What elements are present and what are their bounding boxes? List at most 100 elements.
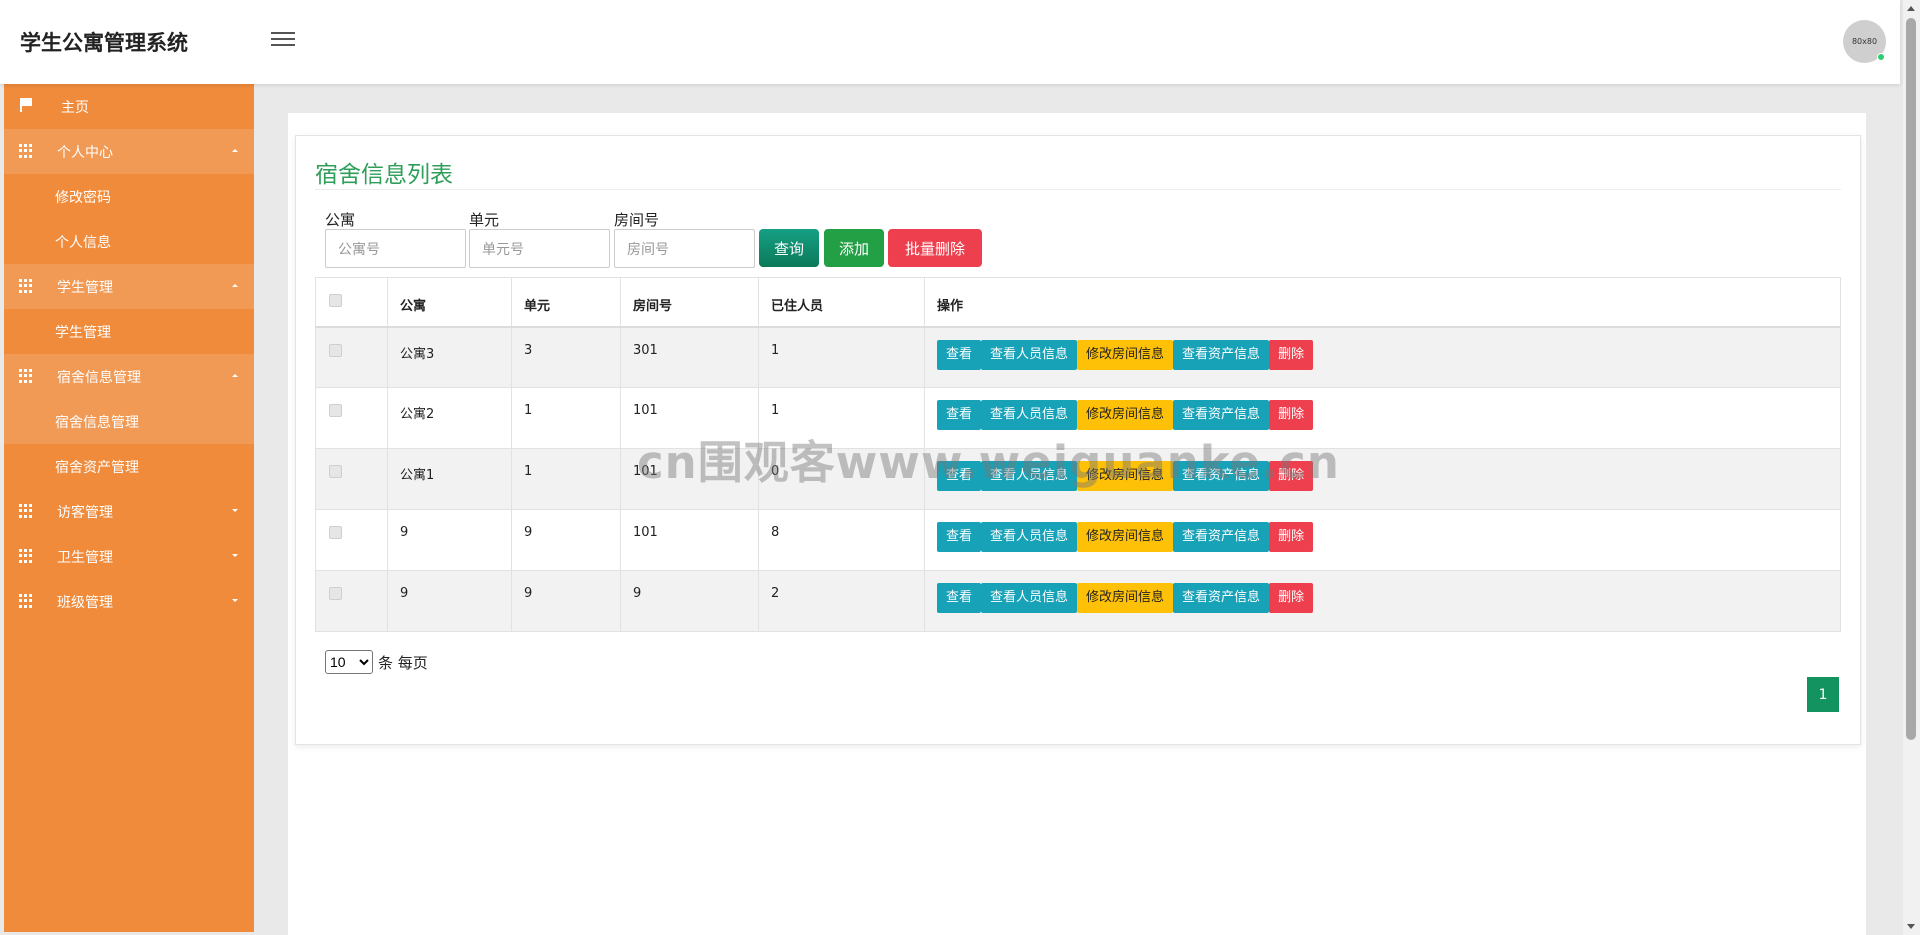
avatar-placeholder-text: 80x80: [1851, 37, 1878, 46]
view-occupants-button[interactable]: 查看人员信息: [981, 339, 1078, 370]
sidebar-item-personal-info[interactable]: 个人信息: [4, 219, 254, 264]
cell-occupants: 0: [758, 448, 925, 510]
query-button[interactable]: 查询: [759, 229, 819, 267]
cell-room: 101: [620, 387, 759, 449]
sidebar-group-label: 学生管理: [57, 279, 113, 296]
row-select-cell: [315, 387, 388, 449]
row-actions: 查看 查看人员信息 修改房间信息 查看资产信息 删除: [924, 448, 1841, 510]
edit-room-button[interactable]: 修改房间信息: [1077, 522, 1174, 552]
column-header: 单元: [511, 277, 621, 328]
scrollbar-thumb[interactable]: [1906, 18, 1916, 740]
sidebar-item-dorm-assets[interactable]: 宿舍资产管理: [4, 444, 254, 489]
grid-icon: [19, 594, 33, 608]
view-button[interactable]: 查看: [937, 339, 982, 370]
delete-button[interactable]: 删除: [1269, 339, 1314, 370]
cell-occupants: 1: [758, 326, 925, 388]
view-assets-button[interactable]: 查看资产信息: [1173, 583, 1270, 613]
delete-button[interactable]: 删除: [1269, 461, 1314, 491]
sidebar-item-dorm-info[interactable]: 宿舍信息管理: [4, 399, 254, 444]
view-occupants-button[interactable]: 查看人员信息: [981, 583, 1078, 613]
page-button-current[interactable]: 1: [1807, 677, 1839, 712]
table-header-row: 公寓 单元 房间号 已住人员 操作: [315, 277, 1841, 328]
view-occupants-button[interactable]: 查看人员信息: [981, 461, 1078, 491]
view-button[interactable]: 查看: [937, 583, 982, 613]
row-checkbox[interactable]: [329, 343, 342, 357]
page-scrollbar[interactable]: [1903, 0, 1920, 935]
sidebar-group-hygiene[interactable]: 卫生管理: [4, 534, 254, 579]
menu-toggle-icon[interactable]: [271, 32, 295, 48]
view-button[interactable]: 查看: [937, 522, 982, 552]
table-row: 公寓1 1 101 0 查看 查看人员信息 修改房间信息 查看资产信息 删除: [315, 448, 1841, 510]
apartment-input[interactable]: [325, 229, 466, 268]
row-select-cell: [315, 509, 388, 571]
cell-occupants: 1: [758, 387, 925, 449]
sidebar-group-label: 宿舍信息管理: [57, 369, 141, 386]
edit-room-button[interactable]: 修改房间信息: [1077, 583, 1174, 613]
sidebar-item-label: 宿舍资产管理: [55, 459, 139, 476]
room-input[interactable]: [614, 229, 755, 268]
row-select-cell: [315, 448, 388, 510]
unit-input[interactable]: [469, 229, 610, 268]
page-title: 宿舍信息列表: [315, 162, 453, 188]
edit-room-button[interactable]: 修改房间信息: [1077, 339, 1174, 370]
cell-unit: 9: [511, 509, 621, 571]
sidebar-item-home[interactable]: 主页: [4, 84, 254, 129]
grid-icon: [19, 279, 33, 293]
delete-button[interactable]: 删除: [1269, 583, 1314, 613]
page-size-select[interactable]: 10: [325, 650, 373, 674]
row-checkbox[interactable]: [329, 465, 342, 478]
add-button[interactable]: 添加: [824, 229, 884, 267]
column-header: 房间号: [620, 277, 759, 328]
cell-room: 9: [620, 570, 759, 632]
sidebar-item-student-management[interactable]: 学生管理: [4, 309, 254, 354]
cell-unit: 9: [511, 570, 621, 632]
sidebar-group-personal[interactable]: 个人中心: [4, 129, 254, 174]
cell-unit: 1: [511, 448, 621, 510]
apartment-label: 公寓: [325, 211, 356, 229]
row-checkbox[interactable]: [329, 404, 342, 417]
view-button[interactable]: 查看: [937, 400, 982, 430]
batch-delete-button[interactable]: 批量删除: [888, 229, 982, 267]
row-checkbox[interactable]: [329, 587, 342, 600]
sidebar-group-classes[interactable]: 班级管理: [4, 579, 254, 624]
sidebar-group-students[interactable]: 学生管理: [4, 264, 254, 309]
select-all-cell: [315, 277, 388, 328]
scroll-down-arrow-icon[interactable]: [1907, 924, 1915, 929]
select-all-checkbox[interactable]: [329, 294, 342, 307]
view-assets-button[interactable]: 查看资产信息: [1173, 522, 1270, 552]
cell-apartment: 公寓1: [387, 448, 512, 510]
sidebar-group-visitors[interactable]: 访客管理: [4, 489, 254, 534]
row-checkbox[interactable]: [329, 526, 342, 539]
chevron-down-icon: [232, 509, 238, 512]
view-occupants-button[interactable]: 查看人员信息: [981, 400, 1078, 430]
cell-room: 101: [620, 509, 759, 571]
cell-occupants: 8: [758, 509, 925, 571]
row-select-cell: [315, 570, 388, 632]
view-assets-button[interactable]: 查看资产信息: [1173, 400, 1270, 430]
view-assets-button[interactable]: 查看资产信息: [1173, 461, 1270, 491]
chevron-up-icon: [232, 284, 238, 287]
column-header: 已住人员: [758, 277, 925, 328]
edit-room-button[interactable]: 修改房间信息: [1077, 400, 1174, 430]
delete-button[interactable]: 删除: [1269, 522, 1314, 552]
delete-button[interactable]: 删除: [1269, 400, 1314, 430]
view-assets-button[interactable]: 查看资产信息: [1173, 339, 1270, 370]
grid-icon: [19, 144, 33, 158]
edit-room-button[interactable]: 修改房间信息: [1077, 461, 1174, 491]
grid-icon: [19, 369, 33, 383]
chevron-down-icon: [232, 599, 238, 602]
avatar[interactable]: 80x80: [1843, 20, 1886, 63]
cell-room: 101: [620, 448, 759, 510]
chevron-down-icon: [232, 554, 238, 557]
top-bar: 学生公寓管理系统 80x80: [0, 0, 1900, 84]
scroll-up-arrow-icon[interactable]: [1907, 6, 1915, 11]
sidebar-group-dorm[interactable]: 宿舍信息管理: [4, 354, 254, 399]
view-button[interactable]: 查看: [937, 461, 982, 491]
online-status-dot: [1877, 53, 1885, 61]
cell-apartment: 9: [387, 570, 512, 632]
row-actions: 查看 查看人员信息 修改房间信息 查看资产信息 删除: [924, 326, 1841, 388]
view-occupants-button[interactable]: 查看人员信息: [981, 522, 1078, 552]
sidebar-item-change-password[interactable]: 修改密码: [4, 174, 254, 219]
row-actions: 查看 查看人员信息 修改房间信息 查看资产信息 删除: [924, 509, 1841, 571]
page-size-suffix: 条 每页: [378, 653, 428, 672]
